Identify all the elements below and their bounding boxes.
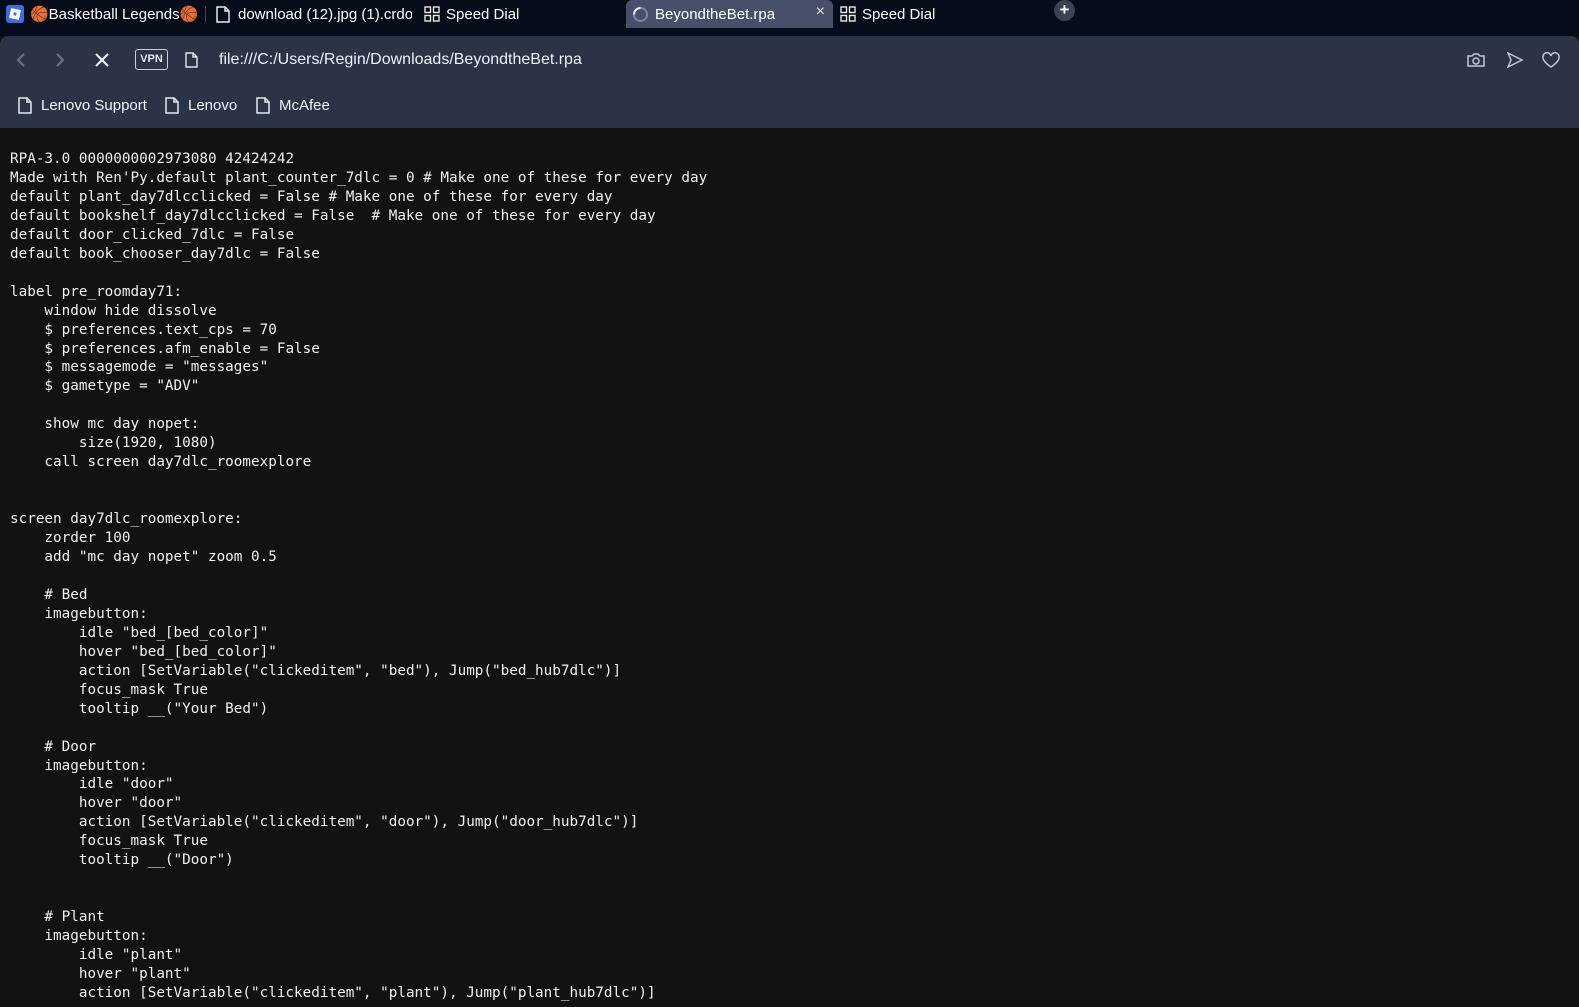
address-bar-row: VPN file:///C:/Users/Regin/Downloads/Bey… [0, 36, 1579, 84]
close-tab-icon[interactable]: × [816, 3, 825, 21]
tab-label: Speed Dial [446, 5, 520, 23]
page-content: RPA-3.0 0000000002973080 42424242 Made w… [0, 128, 1579, 1007]
vpn-badge[interactable]: VPN [135, 49, 168, 70]
tab-download-image[interactable]: download (12).jpg (1).crdo [216, 0, 412, 28]
tab-label: Speed Dial [862, 5, 936, 23]
raw-file-text: RPA-3.0 0000000002973080 42424242 Made w… [10, 151, 708, 1001]
tab-label: 🏀Basketball Legends🏀 [30, 6, 199, 23]
stop-loading-button[interactable] [90, 48, 114, 72]
heart-icon [1542, 51, 1560, 68]
close-icon [95, 53, 109, 67]
tab-speed-dial[interactable]: Speed Dial [424, 0, 614, 28]
back-button[interactable] [9, 48, 33, 72]
tab-label: download (12).jpg (1).crdo [238, 5, 412, 23]
bookmark-lenovo[interactable]: Lenovo [165, 97, 237, 114]
bookmark-lenovo-support[interactable]: Lenovo Support [18, 97, 147, 114]
snapshot-button[interactable] [1464, 48, 1488, 72]
forward-arrow-icon [56, 53, 65, 67]
send-button[interactable] [1503, 48, 1527, 72]
send-icon [1506, 52, 1524, 68]
new-tab-button[interactable]: + [1054, 0, 1075, 21]
bookmark-label: McAfee [279, 97, 330, 114]
back-arrow-icon [16, 53, 25, 67]
speed-dial-icon [840, 6, 856, 22]
speed-dial-icon [424, 6, 440, 22]
loading-spinner-icon [632, 6, 649, 23]
tab-label: BeyondtheBet.rpa [655, 5, 776, 23]
tab-beyondthebet[interactable]: BeyondtheBet.rpa × [626, 0, 833, 28]
document-icon [216, 5, 230, 23]
favorite-button[interactable] [1539, 48, 1563, 72]
bookmark-label: Lenovo [188, 97, 238, 114]
bookmark-page-icon [256, 97, 270, 114]
page-info-icon[interactable] [179, 48, 203, 72]
camera-icon [1467, 53, 1485, 67]
tab-speed-dial-2[interactable]: Speed Dial [840, 0, 1030, 28]
bookmark-label: Lenovo Support [41, 97, 147, 114]
tab-basketball-legends[interactable]: 🏀Basketball Legends🏀 [6, 0, 206, 28]
bookmark-page-icon [165, 97, 179, 114]
tab-strip: 🏀Basketball Legends🏀 download (12).jpg (… [0, 0, 1579, 36]
forward-button[interactable] [48, 48, 72, 72]
roblox-icon [6, 5, 24, 23]
bookmarks-bar: Lenovo Support Lenovo McAfee [0, 84, 1579, 129]
tab-divider [205, 6, 206, 22]
address-input[interactable]: file:///C:/Users/Regin/Downloads/Beyondt… [219, 51, 582, 69]
bookmark-page-icon [18, 97, 32, 114]
bookmark-mcafee[interactable]: McAfee [256, 97, 330, 114]
